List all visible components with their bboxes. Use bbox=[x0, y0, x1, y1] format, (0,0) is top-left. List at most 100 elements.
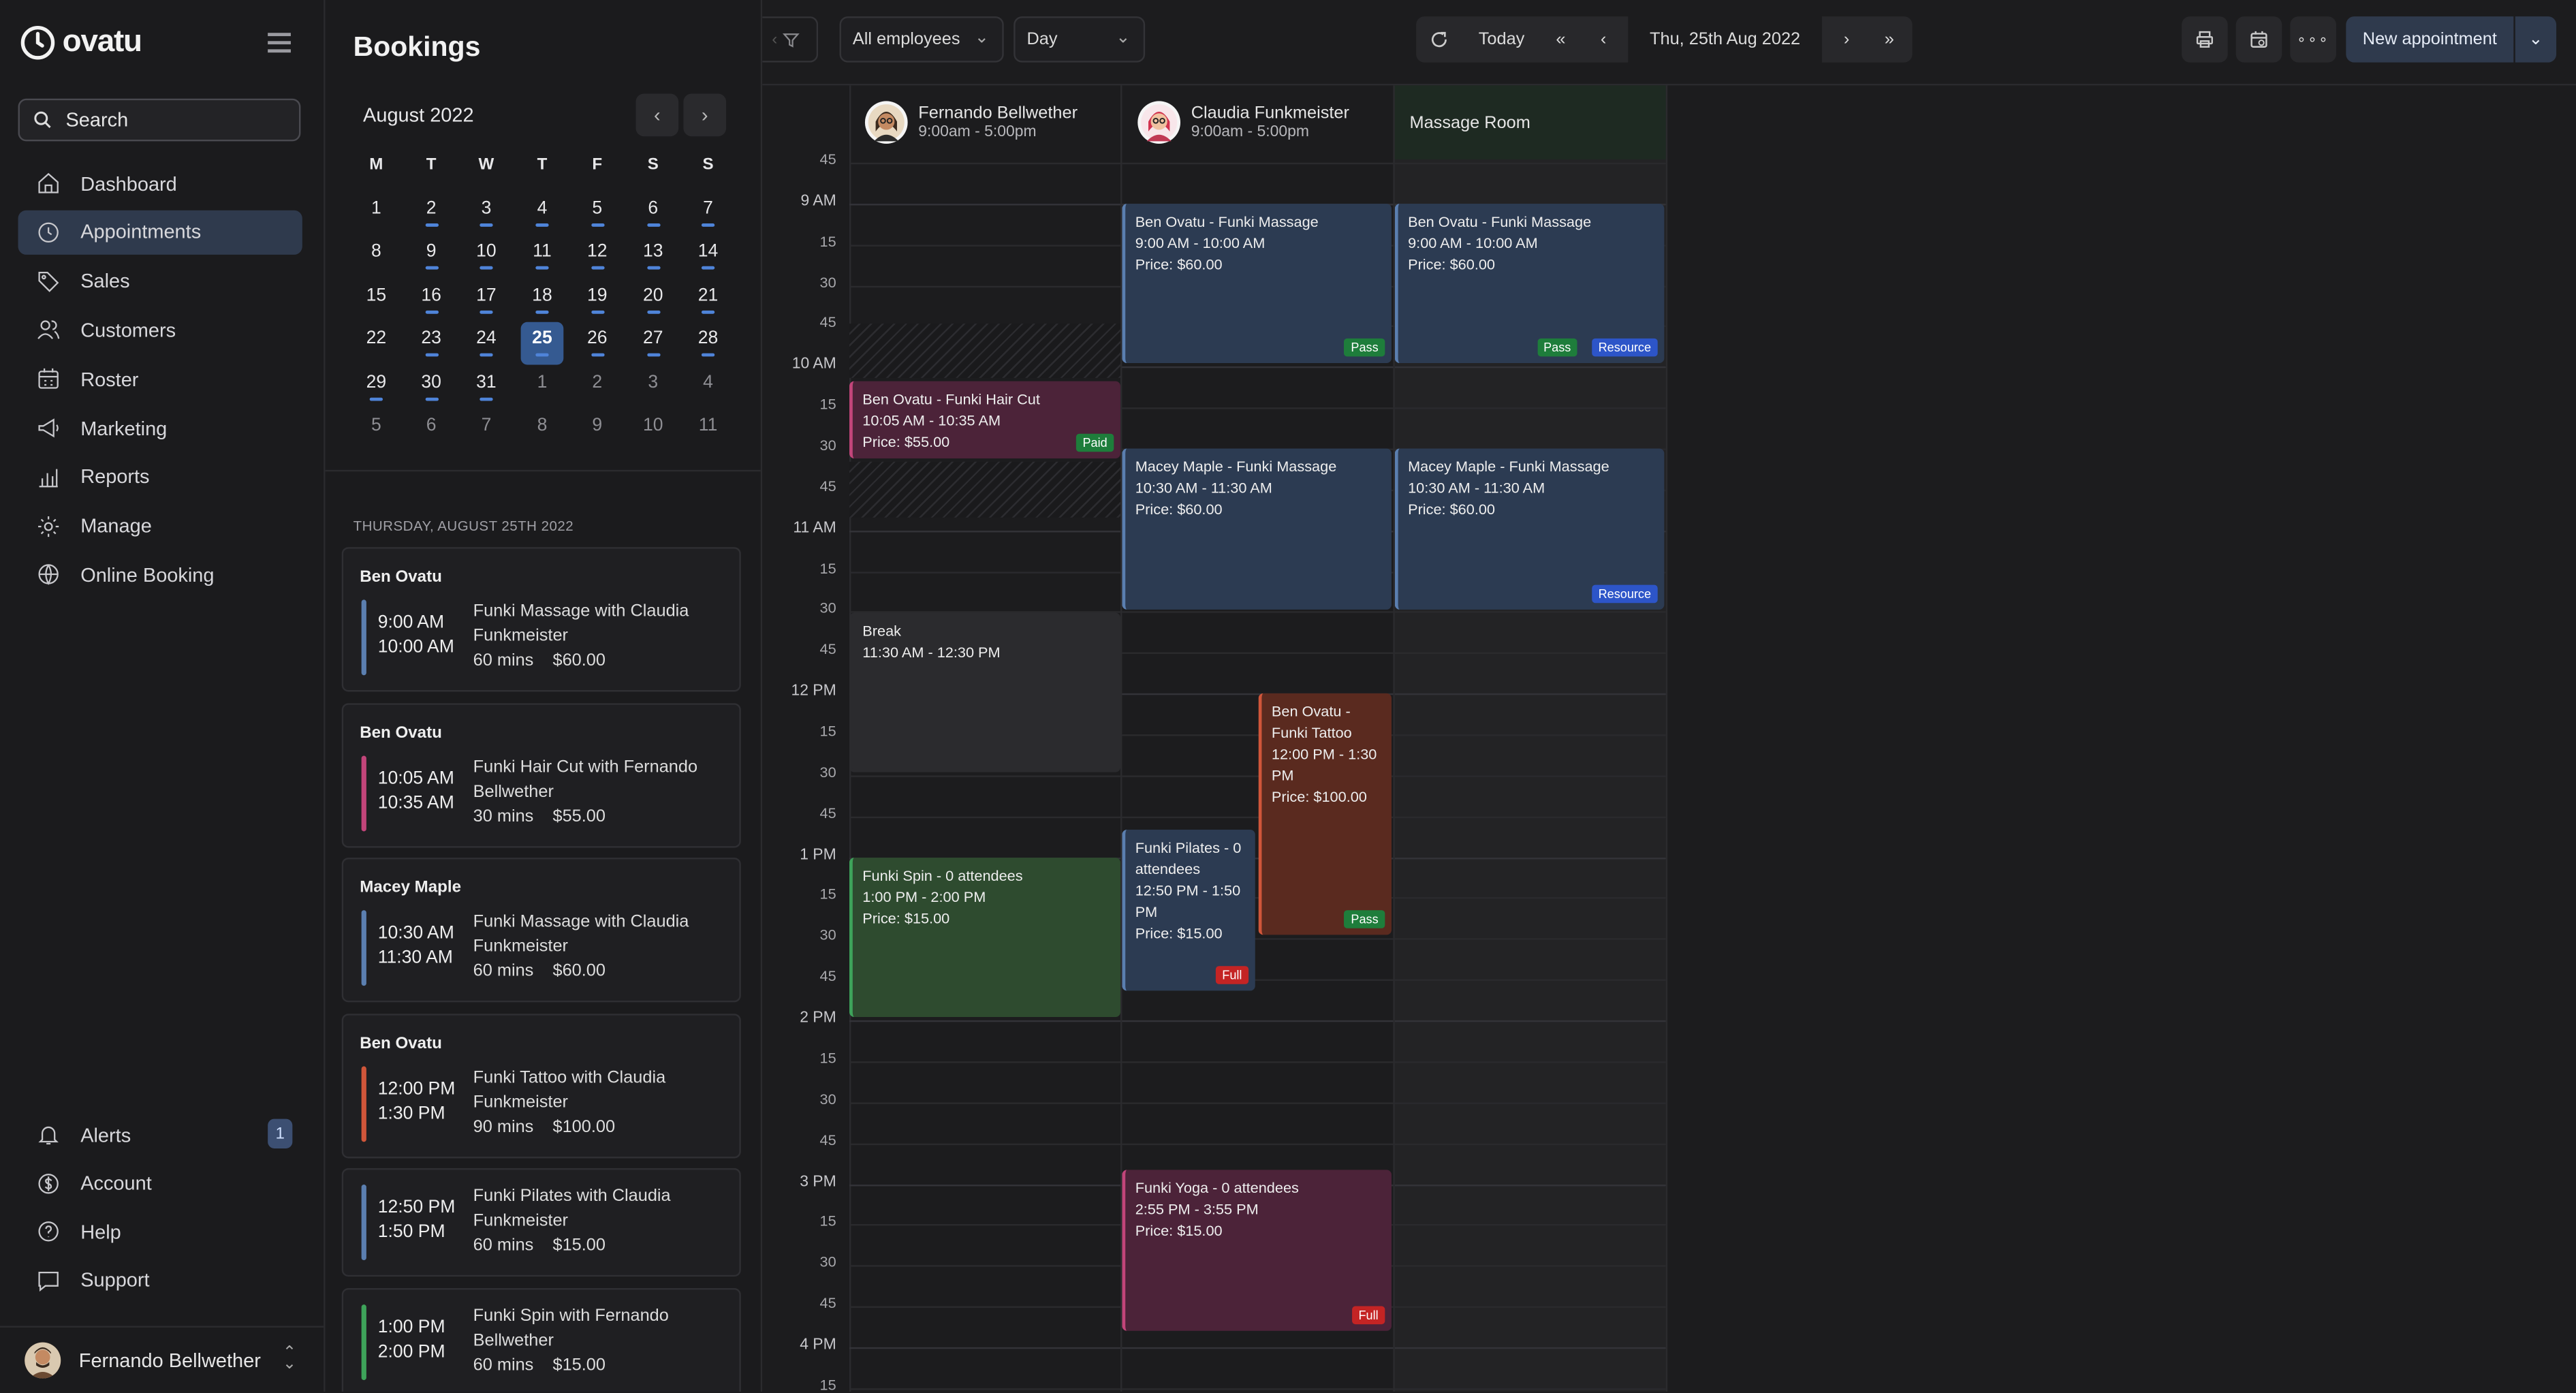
calendar-day[interactable]: 6 bbox=[631, 192, 674, 235]
sidebar-item-support[interactable]: Support bbox=[18, 1257, 302, 1302]
sidebar-item-customers[interactable]: Customers bbox=[18, 308, 302, 352]
time-label: 30 bbox=[819, 764, 836, 781]
user-switcher[interactable]: Fernando Bellwether ⌃ ⌄ bbox=[0, 1326, 324, 1393]
appointment-block[interactable]: Macey Maple - Funki Massage 10:30 AM - 11… bbox=[1394, 448, 1665, 609]
appointment-block[interactable]: Ben Ovatu - Funki Tattoo 12:00 PM - 1:30 … bbox=[1258, 693, 1392, 936]
calendar-day[interactable]: 11 bbox=[521, 236, 564, 279]
booking-card[interactable]: Macey Maple 10:30 AM 11:30 AM Funki Massage… bbox=[341, 858, 741, 1003]
sidebar-item-account[interactable]: Account bbox=[18, 1161, 302, 1205]
calendar-day[interactable]: 27 bbox=[631, 322, 674, 365]
calendar-day[interactable]: 5 bbox=[355, 409, 398, 452]
column-header[interactable]: Claudia Funkmeister 9:00am - 5:00pm bbox=[1122, 85, 1393, 159]
filter-button[interactable]: ‹ bbox=[762, 16, 819, 63]
calendar-day[interactable]: 10 bbox=[465, 236, 508, 279]
calendar-day[interactable]: 26 bbox=[576, 322, 618, 365]
calendar-day[interactable]: 1 bbox=[521, 366, 564, 409]
calendar-day[interactable]: 7 bbox=[465, 409, 508, 452]
sidebar-item-appointments[interactable]: Appointments bbox=[18, 210, 302, 255]
calendar-day[interactable]: 9 bbox=[576, 409, 618, 452]
prev-month-button[interactable]: ‹ bbox=[635, 93, 679, 137]
view-select[interactable]: Day ⌄ bbox=[1014, 16, 1146, 63]
sidebar-item-sales[interactable]: Sales bbox=[18, 259, 302, 303]
calendar-day-selected[interactable]: 25 bbox=[520, 322, 564, 365]
search-button[interactable]: Search bbox=[18, 98, 301, 142]
hamburger-menu-icon[interactable] bbox=[268, 33, 291, 52]
calendar-day[interactable]: 16 bbox=[410, 279, 453, 322]
calendar-settings-button[interactable] bbox=[2235, 16, 2282, 63]
calendar-day[interactable]: 13 bbox=[631, 236, 674, 279]
calendar-day[interactable]: 15 bbox=[355, 279, 398, 322]
calendar-day[interactable]: 21 bbox=[687, 279, 729, 322]
calendar-day[interactable]: 8 bbox=[355, 236, 398, 279]
appointment-block[interactable]: Macey Maple - Funki Massage 10:30 AM - 11… bbox=[1122, 448, 1392, 609]
calendar-day[interactable]: 24 bbox=[465, 322, 508, 365]
next-week-button[interactable]: » bbox=[1870, 16, 1909, 63]
sidebar-item-roster[interactable]: Roster bbox=[18, 357, 302, 401]
appointment-block[interactable]: Ben Ovatu - Funki Hair Cut 10:05 AM - 10:… bbox=[849, 380, 1120, 460]
appointment-block[interactable]: Funki Spin - 0 attendees 1:00 PM - 2:00 P… bbox=[849, 857, 1120, 1018]
calendar-day[interactable]: 20 bbox=[631, 279, 674, 322]
new-appointment-button[interactable]: New appointment bbox=[2346, 16, 2514, 63]
calendar-day[interactable]: 2 bbox=[410, 192, 453, 235]
grid-line bbox=[849, 816, 1666, 818]
calendar-day[interactable]: 4 bbox=[521, 192, 564, 235]
calendar-day[interactable]: 4 bbox=[687, 366, 729, 409]
calendar-day[interactable]: 31 bbox=[465, 366, 508, 409]
appointment-block[interactable]: Break 11:30 AM - 12:30 PM bbox=[849, 612, 1120, 772]
appointment-block[interactable]: Ben Ovatu - Funki Massage 9:00 AM - 10:00… bbox=[1394, 204, 1665, 364]
calendar-day[interactable]: 18 bbox=[521, 279, 564, 322]
logo[interactable]: ovatu bbox=[20, 25, 142, 61]
calendar-day[interactable]: 29 bbox=[355, 366, 398, 409]
calendar-day[interactable]: 19 bbox=[576, 279, 618, 322]
calendar-day[interactable]: 9 bbox=[410, 236, 453, 279]
booking-card[interactable]: Ben Ovatu 9:00 AM 10:00 AM Funki Massage wi… bbox=[341, 547, 741, 692]
next-day-button[interactable]: › bbox=[1827, 16, 1866, 63]
column-header[interactable]: Fernando Bellwether 9:00am - 5:00pm bbox=[849, 85, 1120, 159]
calendar-day[interactable]: 12 bbox=[576, 236, 618, 279]
unavailable-block bbox=[849, 324, 1120, 378]
calendar-day[interactable]: 3 bbox=[465, 192, 508, 235]
booking-card[interactable]: Ben Ovatu 10:05 AM 10:35 AM Funki Hair Cut … bbox=[341, 703, 741, 848]
calendar-day[interactable]: 23 bbox=[410, 322, 453, 365]
calendar-day[interactable]: 8 bbox=[521, 409, 564, 452]
sidebar-item-online-booking[interactable]: Online Booking bbox=[18, 552, 302, 597]
new-appointment-dropdown[interactable]: ⌄ bbox=[2515, 16, 2557, 63]
next-month-button[interactable]: › bbox=[683, 93, 727, 137]
calendar-day[interactable]: 1 bbox=[355, 192, 398, 235]
employees-select[interactable]: All employees ⌄ bbox=[839, 16, 1004, 63]
booking-price: $55.00 bbox=[552, 807, 606, 827]
calendar-day[interactable]: 3 bbox=[631, 366, 674, 409]
calendar-day[interactable]: 17 bbox=[465, 279, 508, 322]
appointment-price: Price: $60.00 bbox=[1135, 256, 1223, 273]
booking-card[interactable]: 12:50 PM 1:50 PM Funki Pilates with Claudi… bbox=[341, 1168, 741, 1277]
print-button[interactable] bbox=[2182, 16, 2228, 63]
calendar-day[interactable]: 22 bbox=[355, 322, 398, 365]
appointment-block[interactable]: Ben Ovatu - Funki Massage 9:00 AM - 10:00… bbox=[1122, 204, 1392, 364]
refresh-button[interactable] bbox=[1416, 16, 1462, 63]
prev-week-button[interactable]: « bbox=[1541, 16, 1580, 63]
sidebar-item-manage[interactable]: Manage bbox=[18, 504, 302, 548]
booking-card[interactable]: Ben Ovatu 12:00 PM 1:30 PM Funki Tattoo wit… bbox=[341, 1014, 741, 1159]
appointment-block[interactable]: Funki Yoga - 0 attendees 2:55 PM - 3:55 P… bbox=[1122, 1170, 1392, 1331]
sidebar-item-reports[interactable]: Reports bbox=[18, 455, 302, 499]
calendar-day[interactable]: 7 bbox=[687, 192, 729, 235]
calendar-day[interactable]: 10 bbox=[631, 409, 674, 452]
prev-day-button[interactable]: ‹ bbox=[1584, 16, 1623, 63]
current-date[interactable]: Thu, 25th Aug 2022 bbox=[1628, 16, 1822, 63]
sidebar-item-marketing[interactable]: Marketing bbox=[18, 406, 302, 450]
more-options-button[interactable]: ∘∘∘ bbox=[2290, 16, 2336, 63]
calendar-day[interactable]: 2 bbox=[576, 366, 618, 409]
calendar-day[interactable]: 5 bbox=[576, 192, 618, 235]
appointment-block[interactable]: Funki Pilates - 0 attendees 12:50 PM - 1:… bbox=[1122, 830, 1255, 990]
calendar-day[interactable]: 28 bbox=[687, 322, 729, 365]
today-button[interactable]: Today bbox=[1468, 16, 1534, 63]
sidebar-item-help[interactable]: Help bbox=[18, 1209, 302, 1253]
sidebar-item-alerts[interactable]: Alerts 1 bbox=[18, 1112, 302, 1157]
calendar-day[interactable]: 11 bbox=[687, 409, 729, 452]
calendar-day[interactable]: 6 bbox=[410, 409, 453, 452]
column-header[interactable]: Massage Room bbox=[1395, 85, 1666, 159]
booking-card[interactable]: 1:00 PM 2:00 PM Funki Spin with Fernando B… bbox=[341, 1288, 741, 1392]
sidebar-item-dashboard[interactable]: Dashboard bbox=[18, 161, 302, 205]
calendar-day[interactable]: 14 bbox=[687, 236, 729, 279]
calendar-day[interactable]: 30 bbox=[410, 366, 453, 409]
